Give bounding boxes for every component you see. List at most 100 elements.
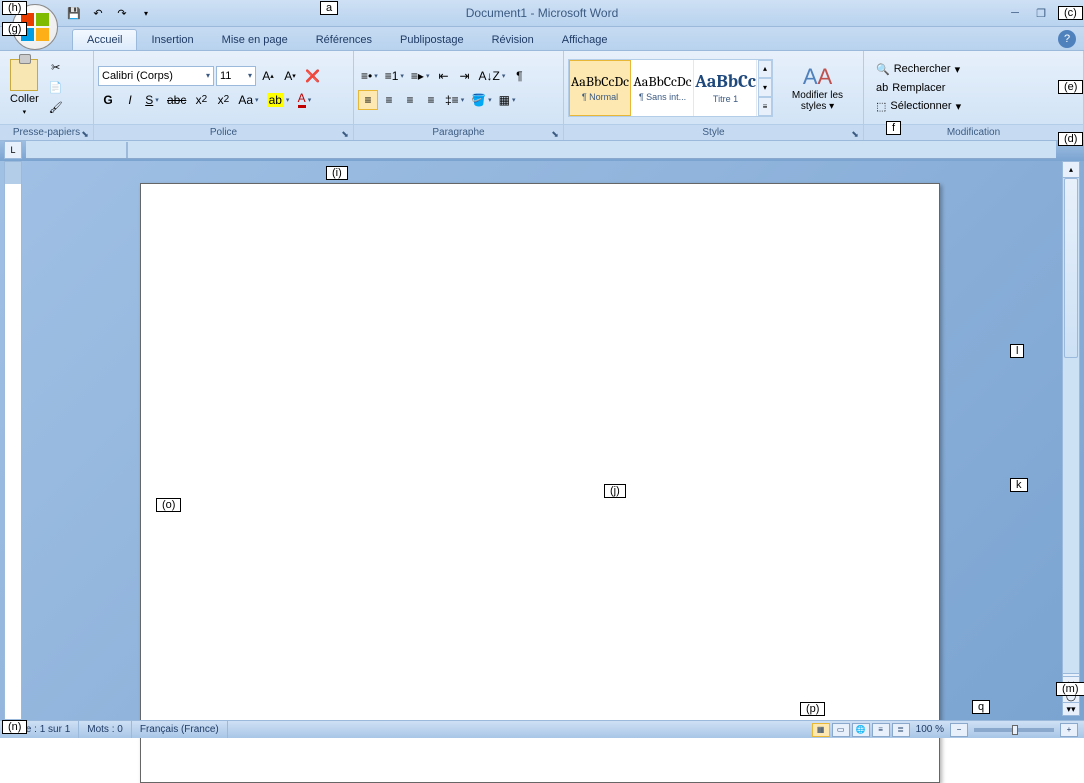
vertical-scrollbar[interactable]: ▴ ▾ (1062, 161, 1080, 690)
group-label-clipboard: Presse-papiers⬊ (0, 124, 93, 140)
align-left-button[interactable]: ≡ (358, 90, 378, 110)
view-draft[interactable]: ≣ (892, 723, 910, 737)
style-gallery-scroll[interactable]: ▴ ▾ ≡ (758, 60, 772, 116)
style-normal[interactable]: AaBbCcDc ¶ Normal (569, 60, 631, 116)
tab-references[interactable]: Références (302, 30, 386, 50)
format-painter-button[interactable]: 🖌 (48, 100, 64, 116)
zoom-slider[interactable] (974, 728, 1054, 732)
undo-button[interactable]: ↶ (88, 3, 108, 23)
numbering-button[interactable]: ≡1 (382, 66, 407, 86)
ribbon-tabs: Accueil Insertion Mise en page Référence… (0, 27, 1084, 51)
callout-m: (m) (1056, 682, 1084, 696)
align-right-button[interactable]: ≡ (400, 90, 420, 110)
view-full-reading[interactable]: ▭ (832, 723, 850, 737)
view-print-layout[interactable]: ▦ (812, 723, 830, 737)
superscript-button[interactable]: x2 (213, 90, 233, 110)
group-label-styles: Style⬊ (564, 124, 863, 140)
zoom-in-button[interactable]: + (1060, 723, 1078, 737)
callout-k: k (1010, 478, 1028, 492)
strike-button[interactable]: abc (164, 90, 189, 110)
redo-icon: ↷ (114, 5, 130, 21)
copy-button[interactable]: 📄 (48, 80, 64, 96)
font-color-button[interactable]: A (294, 90, 314, 110)
group-font: Calibri (Corps)▾ 11▾ A▴ A▾ ❌ G I S abc x… (94, 51, 354, 140)
cursor-icon: ⬚ (876, 100, 886, 113)
tab-publipostage[interactable]: Publipostage (386, 30, 478, 50)
status-language[interactable]: Français (France) (132, 721, 228, 738)
tab-insertion[interactable]: Insertion (137, 30, 207, 50)
callout-l: l (1010, 344, 1024, 358)
scroll-thumb[interactable] (1064, 178, 1078, 358)
bold-button[interactable]: G (98, 90, 118, 110)
clear-format-button[interactable]: ❌ (302, 66, 323, 86)
style-scroll-up[interactable]: ▴ (758, 60, 772, 79)
style-gallery[interactable]: AaBbCcDc ¶ Normal AaBbCcDc ¶ Sans int...… (568, 59, 773, 117)
style-scroll-down[interactable]: ▾ (758, 78, 772, 97)
statusbar: Page : 1 sur 1 Mots : 0 Français (France… (0, 720, 1084, 738)
style-sans-interligne[interactable]: AaBbCcDc ¶ Sans int... (632, 60, 694, 116)
cut-button[interactable]: ✂ (48, 60, 64, 76)
chevron-down-icon: ▾ (144, 9, 148, 18)
tab-selector[interactable]: L (4, 141, 22, 159)
ruler-vertical[interactable] (4, 161, 22, 720)
view-outline[interactable]: ≡ (872, 723, 890, 737)
view-web-layout[interactable]: 🌐 (852, 723, 870, 737)
font-launcher[interactable]: ⬊ (339, 127, 351, 139)
scroll-up-button[interactable]: ▴ (1063, 162, 1079, 178)
zoom-out-button[interactable]: − (950, 723, 968, 737)
underline-button[interactable]: S (142, 90, 162, 110)
decrease-indent-button[interactable]: ⇤ (433, 66, 453, 86)
group-label-paragraph: Paragraphe⬊ (354, 124, 563, 140)
shading-button[interactable]: 🪣 (468, 90, 494, 110)
status-words[interactable]: Mots : 0 (79, 721, 132, 738)
next-page-button[interactable]: ▾▾ (1062, 702, 1080, 716)
qat-customize-button[interactable]: ▾ (136, 3, 156, 23)
style-scroll-more[interactable]: ≡ (758, 97, 772, 116)
paragraph-launcher[interactable]: ⬊ (549, 127, 561, 139)
zoom-level[interactable]: 100 % (916, 724, 944, 735)
replace-button[interactable]: abRemplacer (872, 80, 965, 96)
italic-button[interactable]: I (120, 90, 140, 110)
help-button[interactable]: ? (1058, 30, 1076, 48)
callout-a: a (320, 1, 338, 15)
tab-accueil[interactable]: Accueil (72, 29, 137, 50)
minimize-button[interactable]: ─ (1004, 5, 1026, 21)
tab-mise-en-page[interactable]: Mise en page (208, 30, 302, 50)
sort-button[interactable]: A↓Z (475, 66, 508, 86)
bullets-button[interactable]: ≡• (358, 66, 381, 86)
document-page[interactable] (140, 183, 940, 783)
borders-button[interactable]: ▦ (496, 90, 519, 110)
group-clipboard: Coller▾ ✂ 📄 🖌 Presse-papiers⬊ (0, 51, 94, 140)
paste-button[interactable]: Coller▾ (10, 93, 39, 117)
callout-i: (i) (326, 166, 348, 180)
show-marks-button[interactable]: ¶ (509, 66, 529, 86)
change-case-button[interactable]: Aa (235, 90, 261, 110)
ruler-horizontal-area: L (0, 141, 1084, 161)
ruler-horizontal[interactable] (26, 141, 1056, 159)
align-center-button[interactable]: ≡ (379, 90, 399, 110)
font-size-combo[interactable]: 11▾ (216, 66, 256, 86)
select-button[interactable]: ⬚Sélectionner ▾ (872, 98, 965, 115)
justify-button[interactable]: ≡ (421, 90, 441, 110)
highlight-button[interactable]: ab (264, 90, 293, 110)
font-name-combo[interactable]: Calibri (Corps)▾ (98, 66, 214, 86)
tab-affichage[interactable]: Affichage (548, 30, 622, 50)
styles-launcher[interactable]: ⬊ (849, 127, 861, 139)
increase-indent-button[interactable]: ⇥ (454, 66, 474, 86)
grow-font-button[interactable]: A▴ (258, 66, 278, 86)
tab-revision[interactable]: Révision (478, 30, 548, 50)
zoom-thumb[interactable] (1012, 725, 1018, 735)
find-button[interactable]: 🔍Rechercher ▾ (872, 61, 965, 78)
group-label-font: Police⬊ (94, 124, 353, 140)
change-styles-button[interactable]: AA Modifier les styles ▾ (776, 62, 859, 114)
restore-button[interactable]: ❐ (1030, 5, 1052, 21)
shrink-font-button[interactable]: A▾ (280, 66, 300, 86)
paint-bucket-icon: 🪣 (471, 93, 486, 107)
clipboard-launcher[interactable]: ⬊ (79, 127, 91, 139)
save-button[interactable]: 💾 (64, 3, 84, 23)
multilevel-button[interactable]: ≡▸ (408, 66, 433, 86)
subscript-button[interactable]: x2 (191, 90, 211, 110)
redo-button[interactable]: ↷ (112, 3, 132, 23)
style-titre-1[interactable]: AaBbCc Titre 1 (695, 60, 757, 116)
line-spacing-button[interactable]: ‡≡ (442, 90, 467, 110)
